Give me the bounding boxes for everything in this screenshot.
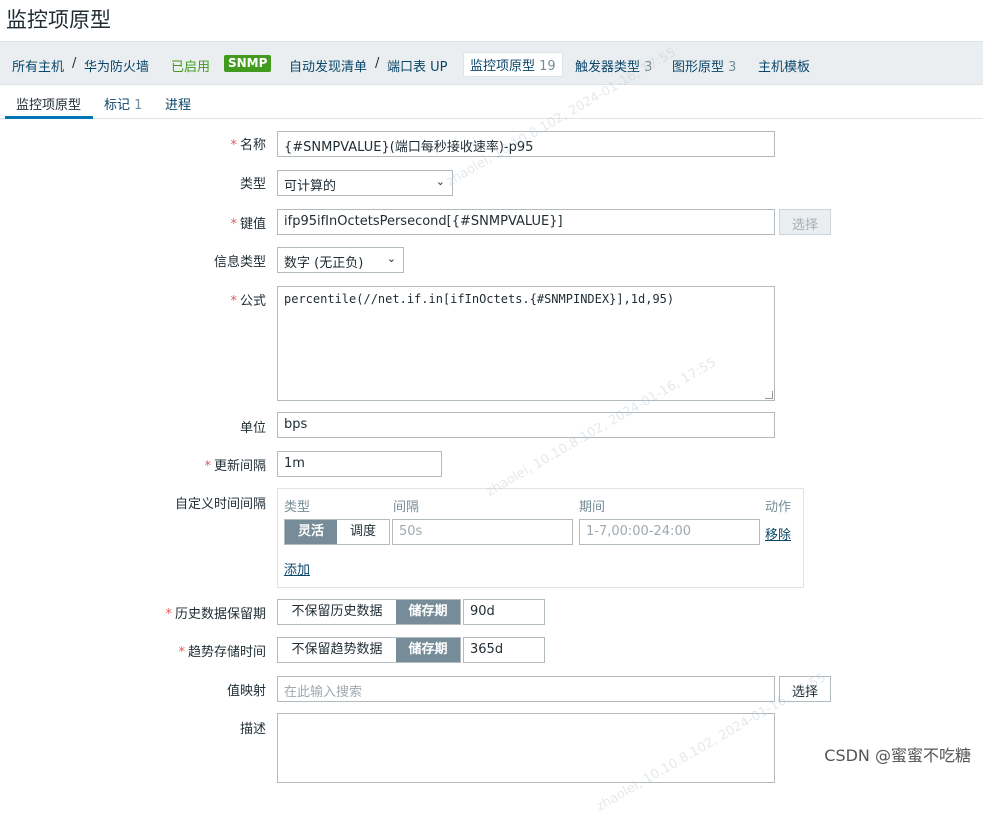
label-text: 趋势存储时间: [187, 645, 266, 660]
label-text: 键值: [239, 217, 266, 232]
select-value: 可计算的: [284, 179, 337, 194]
nav-tab-label: 图形原型: [672, 60, 725, 75]
update-interval-input[interactable]: 1m: [277, 451, 442, 477]
tab-label: 标记: [104, 98, 131, 113]
column-header-interval: 间隔: [393, 500, 420, 515]
required-mark: *: [165, 607, 172, 622]
flexible-toggle[interactable]: 灵活: [285, 520, 337, 544]
scheduling-toggle[interactable]: 调度: [337, 520, 389, 544]
label-text: 历史数据保留期: [174, 607, 266, 622]
label-text: 名称: [239, 138, 266, 153]
nav-tab-count: 3: [644, 60, 653, 75]
page-title: 监控项原型: [6, 8, 111, 32]
nav-tab-label: 监控项原型: [470, 59, 536, 74]
required-mark: *: [230, 294, 237, 309]
custom-interval-input[interactable]: 50s: [392, 519, 573, 545]
breadcrumb-nav: 所有主机 / 华为防火墙 已启用 SNMP 自动发现清单 / 端口表 UP 监控…: [0, 41, 983, 85]
tab-preprocessing[interactable]: 进程: [165, 94, 191, 113]
nav-discovery-rule[interactable]: 端口表 UP: [387, 56, 448, 75]
formula-textarea[interactable]: percentile(//net.if.in[ifInOctets.{#SNMP…: [277, 286, 775, 401]
tab-count: 1: [134, 98, 143, 113]
active-tab-indicator: [5, 116, 93, 119]
csdn-watermark: CSDN @蜜蜜不吃糖: [824, 746, 971, 765]
select-value: 数字 (无正负): [284, 256, 364, 271]
history-period-input[interactable]: 90d: [463, 599, 545, 625]
required-mark: *: [178, 645, 185, 660]
column-header-type: 类型: [284, 500, 311, 515]
trends-period-input[interactable]: 365d: [463, 637, 545, 663]
history-no-store-toggle[interactable]: 不保留历史数据: [278, 600, 396, 624]
label-text: 更新间隔: [213, 459, 266, 474]
key-select-button[interactable]: 选择: [779, 209, 831, 235]
nav-tab-count: 19: [539, 59, 556, 74]
remove-interval-link[interactable]: 移除: [765, 524, 791, 543]
interval-type-toggle: 灵活 调度: [284, 519, 390, 545]
nav-discovery[interactable]: 自动发现清单: [289, 56, 367, 75]
resize-handle-icon[interactable]: [765, 391, 773, 399]
custom-intervals-table: 类型 间隔 期间 动作 灵活 调度 50s 1-7,00:00-24:00 移除…: [277, 488, 804, 588]
name-input[interactable]: {#SNMPVALUE}(端口每秒接收速率)-p95: [277, 131, 775, 157]
nav-all-hosts[interactable]: 所有主机: [12, 56, 64, 75]
tab-tags[interactable]: 标记 1: [104, 94, 142, 113]
custom-period-input[interactable]: 1-7,00:00-24:00: [579, 519, 760, 545]
name-label: * 名称: [230, 134, 266, 153]
history-label: * 历史数据保留期: [165, 603, 266, 622]
units-input[interactable]: bps: [277, 412, 775, 438]
type-select[interactable]: 可计算的 ⌄: [277, 170, 453, 196]
key-input[interactable]: ifp95ifInOctetsPersecond[{#SNMPVALUE}]: [277, 209, 775, 235]
units-label: 单位: [239, 421, 266, 436]
trends-store-toggle[interactable]: 储存期: [396, 638, 460, 662]
breadcrumb-separator: /: [72, 56, 77, 71]
required-mark: *: [204, 459, 211, 474]
nav-tab-item-prototypes[interactable]: 监控项原型 19: [463, 52, 563, 77]
form-tabs: 监控项原型 标记 1 进程: [0, 85, 983, 119]
value-mapping-label: 值映射: [226, 684, 266, 699]
value-mapping-search-input[interactable]: 在此输入搜索: [277, 676, 775, 702]
tab-item-prototype[interactable]: 监控项原型: [16, 94, 81, 113]
nav-tab-host-prototypes[interactable]: 主机模板: [758, 56, 810, 75]
key-label: * 键值: [230, 213, 266, 232]
update-interval-label: * 更新间隔: [204, 455, 266, 474]
info-type-select[interactable]: 数字 (无正负) ⌄: [277, 247, 404, 273]
snmp-badge: SNMP: [224, 55, 272, 72]
add-interval-link[interactable]: 添加: [284, 559, 310, 578]
nav-tab-graph-prototypes[interactable]: 图形原型 3: [672, 56, 736, 75]
trends-label: * 趋势存储时间: [178, 641, 266, 660]
column-header-action: 动作: [765, 500, 792, 515]
custom-intervals-label: 自定义时间间隔: [174, 497, 266, 512]
chevron-down-icon: ⌄: [435, 175, 445, 188]
formula-label: * 公式: [230, 290, 266, 309]
info-type-label: 信息类型: [213, 255, 266, 270]
description-textarea[interactable]: [277, 713, 775, 783]
trends-mode-toggle: 不保留趋势数据 储存期: [277, 637, 461, 663]
history-mode-toggle: 不保留历史数据 储存期: [277, 599, 461, 625]
type-label: 类型: [239, 177, 266, 192]
host-status[interactable]: 已启用: [171, 56, 210, 75]
column-header-period: 期间: [579, 500, 606, 515]
nav-tab-count: 3: [728, 60, 737, 75]
required-mark: *: [230, 138, 237, 153]
history-store-toggle[interactable]: 储存期: [396, 600, 460, 624]
value-mapping-select-button[interactable]: 选择: [779, 676, 831, 702]
description-label: 描述: [239, 722, 266, 737]
label-text: 公式: [239, 294, 266, 309]
required-mark: *: [230, 217, 237, 232]
trends-no-store-toggle[interactable]: 不保留趋势数据: [278, 638, 396, 662]
breadcrumb-separator: /: [375, 56, 380, 71]
chevron-down-icon: ⌄: [386, 252, 396, 265]
nav-host[interactable]: 华为防火墙: [84, 56, 149, 75]
nav-tab-label: 触发器类型: [575, 60, 641, 75]
nav-tab-trigger-prototypes[interactable]: 触发器类型 3: [575, 56, 652, 75]
formula-text: percentile(//net.if.in[ifInOctets.{#SNMP…: [284, 292, 675, 306]
